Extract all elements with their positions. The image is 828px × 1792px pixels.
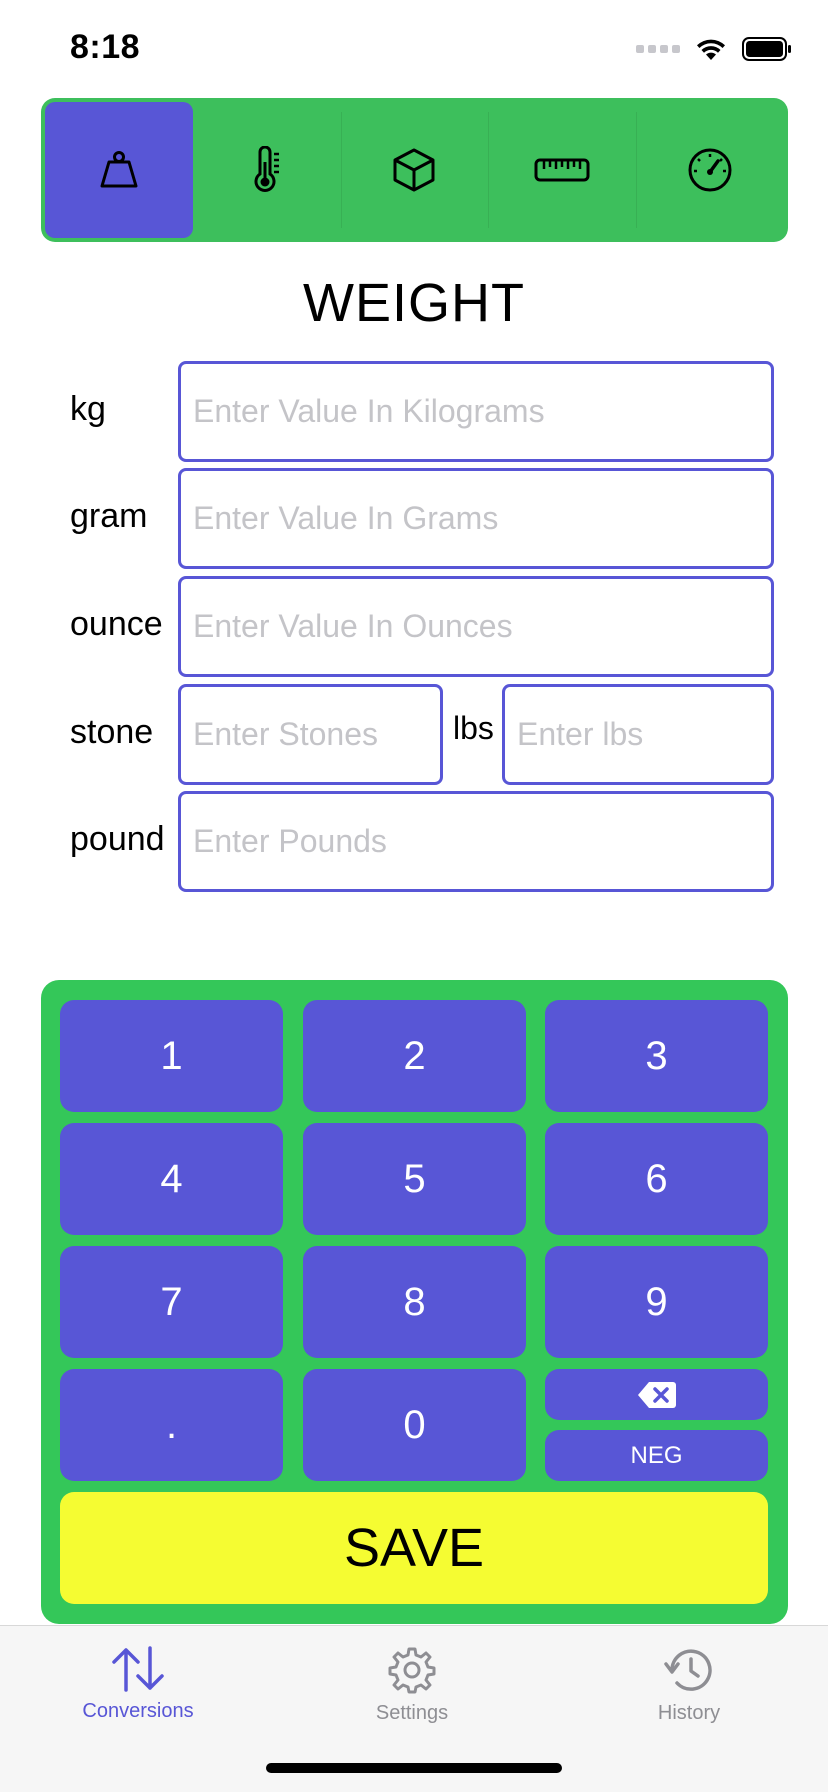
- key-8[interactable]: 8: [303, 1246, 526, 1358]
- tab-conversions[interactable]: Conversions: [38, 1646, 238, 1723]
- category-tab-temperature[interactable]: [193, 102, 341, 238]
- history-clock-icon: [664, 1649, 712, 1691]
- status-time: 8:18: [70, 28, 141, 66]
- stone-field[interactable]: [178, 684, 443, 785]
- page-title: WEIGHT: [303, 273, 525, 333]
- key-decimal[interactable]: .: [60, 1369, 283, 1481]
- cellular-signal-icon: [636, 45, 680, 53]
- backspace-icon: [637, 1381, 676, 1408]
- keypad: 1 2 3 4 5 6 7 8 9 . 0 NEG SAVE: [41, 980, 788, 1624]
- tab-conversions-label: Conversions: [82, 1700, 194, 1722]
- neg-button[interactable]: NEG: [545, 1430, 768, 1481]
- battery-icon: [742, 37, 791, 61]
- tab-settings[interactable]: Settings: [312, 1646, 512, 1725]
- category-tab-volume[interactable]: [340, 102, 489, 238]
- key-6[interactable]: 6: [545, 1123, 768, 1235]
- tab-history-label: History: [657, 1702, 721, 1724]
- weight-icon: [100, 151, 138, 188]
- lbs-input[interactable]: [517, 716, 771, 753]
- pound-field[interactable]: [178, 791, 774, 892]
- category-bar: [41, 98, 788, 242]
- key-9[interactable]: 9: [545, 1246, 768, 1358]
- tab-settings-label: Settings: [375, 1702, 449, 1724]
- key-2[interactable]: 2: [303, 1000, 526, 1112]
- key-0[interactable]: 0: [303, 1369, 526, 1481]
- wifi-icon: [697, 39, 725, 60]
- ruler-icon: [534, 158, 590, 182]
- pound-input[interactable]: [193, 823, 771, 860]
- backspace-button[interactable]: [545, 1369, 768, 1420]
- category-tab-weight[interactable]: [45, 102, 193, 238]
- key-1[interactable]: 1: [60, 1000, 283, 1112]
- save-button[interactable]: SAVE: [60, 1492, 768, 1604]
- home-indicator: [266, 1763, 562, 1773]
- ounce-input[interactable]: [193, 608, 771, 645]
- ounce-label: ounce: [70, 605, 163, 643]
- ounce-field[interactable]: [178, 576, 774, 677]
- category-tab-length[interactable]: [488, 102, 636, 238]
- category-tab-speed[interactable]: [636, 102, 784, 238]
- gram-input[interactable]: [193, 500, 771, 537]
- cube-icon: [393, 148, 435, 192]
- speedometer-icon: [688, 148, 732, 192]
- key-5[interactable]: 5: [303, 1123, 526, 1235]
- kg-label: kg: [70, 390, 106, 428]
- thermometer-icon: [254, 146, 279, 192]
- kg-input[interactable]: [193, 393, 771, 430]
- stone-input[interactable]: [193, 716, 440, 753]
- key-7[interactable]: 7: [60, 1246, 283, 1358]
- tab-history[interactable]: History: [589, 1646, 789, 1725]
- pound-label: pound: [70, 820, 165, 858]
- status-icons: [636, 34, 792, 64]
- lbs-label: lbs: [453, 710, 494, 746]
- key-3[interactable]: 3: [545, 1000, 768, 1112]
- stone-label: stone: [70, 713, 154, 751]
- arrows-up-down-icon: [112, 1646, 164, 1692]
- kg-field[interactable]: [178, 361, 774, 462]
- key-4[interactable]: 4: [60, 1123, 283, 1235]
- lbs-field[interactable]: [502, 684, 774, 785]
- gear-icon: [388, 1647, 436, 1694]
- gram-label: gram: [70, 497, 148, 535]
- gram-field[interactable]: [178, 468, 774, 569]
- status-bar: 8:18: [0, 0, 828, 96]
